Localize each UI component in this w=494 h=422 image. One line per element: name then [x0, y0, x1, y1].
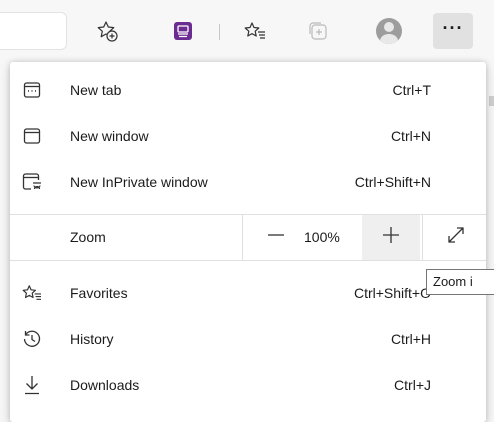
new-tab-icon	[22, 80, 42, 100]
new-window-icon	[22, 126, 42, 146]
menu-item-label: New tab	[70, 82, 122, 98]
address-bar-edge[interactable]	[0, 12, 67, 50]
zoom-in-tooltip: Zoom i	[426, 269, 494, 295]
browser-toolbar: ···	[0, 0, 494, 62]
toolbar-divider	[219, 24, 220, 40]
collections-button[interactable]	[301, 14, 335, 48]
menu-divider	[10, 260, 486, 261]
collections-icon	[308, 21, 328, 41]
more-options-icon: ···	[442, 18, 464, 38]
menu-item-new-inprivate-window[interactable]: New InPrivate window Ctrl+Shift+N	[10, 160, 486, 204]
fullscreen-button[interactable]	[430, 215, 482, 260]
favorites-icon	[22, 283, 42, 303]
zoom-label: Zoom	[70, 229, 106, 245]
more-options-button[interactable]: ···	[433, 13, 473, 49]
menu-item-label: History	[70, 331, 114, 347]
add-to-favorites-button[interactable]	[90, 14, 124, 48]
favorites-icon	[244, 21, 266, 41]
menu-item-history[interactable]: History Ctrl+H	[10, 317, 486, 361]
add-to-favorites-icon	[96, 20, 118, 42]
menu-item-shortcut: Ctrl+H	[390, 331, 431, 347]
page-scrollbar-edge	[489, 96, 494, 106]
menu-item-label: New InPrivate window	[70, 174, 208, 190]
inprivate-icon	[22, 172, 42, 192]
zoom-divider	[422, 215, 423, 260]
menu-item-shortcut: Ctrl+Shift+N	[354, 174, 431, 190]
fullscreen-icon	[447, 226, 465, 249]
menu-item-label: Downloads	[70, 377, 140, 393]
menu-item-favorites[interactable]: Favorites Ctrl+Shift+O	[10, 271, 486, 315]
minus-icon	[267, 226, 285, 249]
menu-item-downloads[interactable]: Downloads Ctrl+J	[10, 363, 486, 407]
plus-icon	[382, 226, 400, 249]
zoom-level-value: 100%	[304, 229, 340, 245]
favorites-button[interactable]	[238, 14, 272, 48]
menu-item-new-window[interactable]: New window Ctrl+N	[10, 114, 486, 158]
menu-item-new-tab[interactable]: New tab Ctrl+T	[10, 68, 486, 112]
downloads-icon	[22, 375, 42, 395]
menu-item-shortcut: Ctrl+Shift+O	[353, 285, 431, 301]
menu-item-shortcut: Ctrl+T	[392, 82, 432, 98]
history-icon	[22, 329, 42, 349]
menu-item-shortcut: Ctrl+N	[390, 128, 431, 144]
settings-and-more-menu: New tab Ctrl+T New window Ctrl+N New InP…	[10, 62, 486, 422]
profile-button[interactable]	[372, 14, 406, 48]
extension-button[interactable]	[166, 14, 200, 48]
menu-item-shortcut: Ctrl+J	[394, 377, 431, 393]
zoom-in-button[interactable]	[362, 215, 420, 260]
zoom-divider	[242, 215, 243, 260]
extension-icon	[173, 21, 193, 41]
menu-item-label: New window	[70, 128, 149, 144]
zoom-control-row: Zoom 100%	[10, 215, 486, 260]
menu-item-label: Favorites	[70, 285, 128, 301]
zoom-out-button[interactable]	[250, 215, 302, 260]
profile-avatar-icon	[376, 18, 402, 44]
